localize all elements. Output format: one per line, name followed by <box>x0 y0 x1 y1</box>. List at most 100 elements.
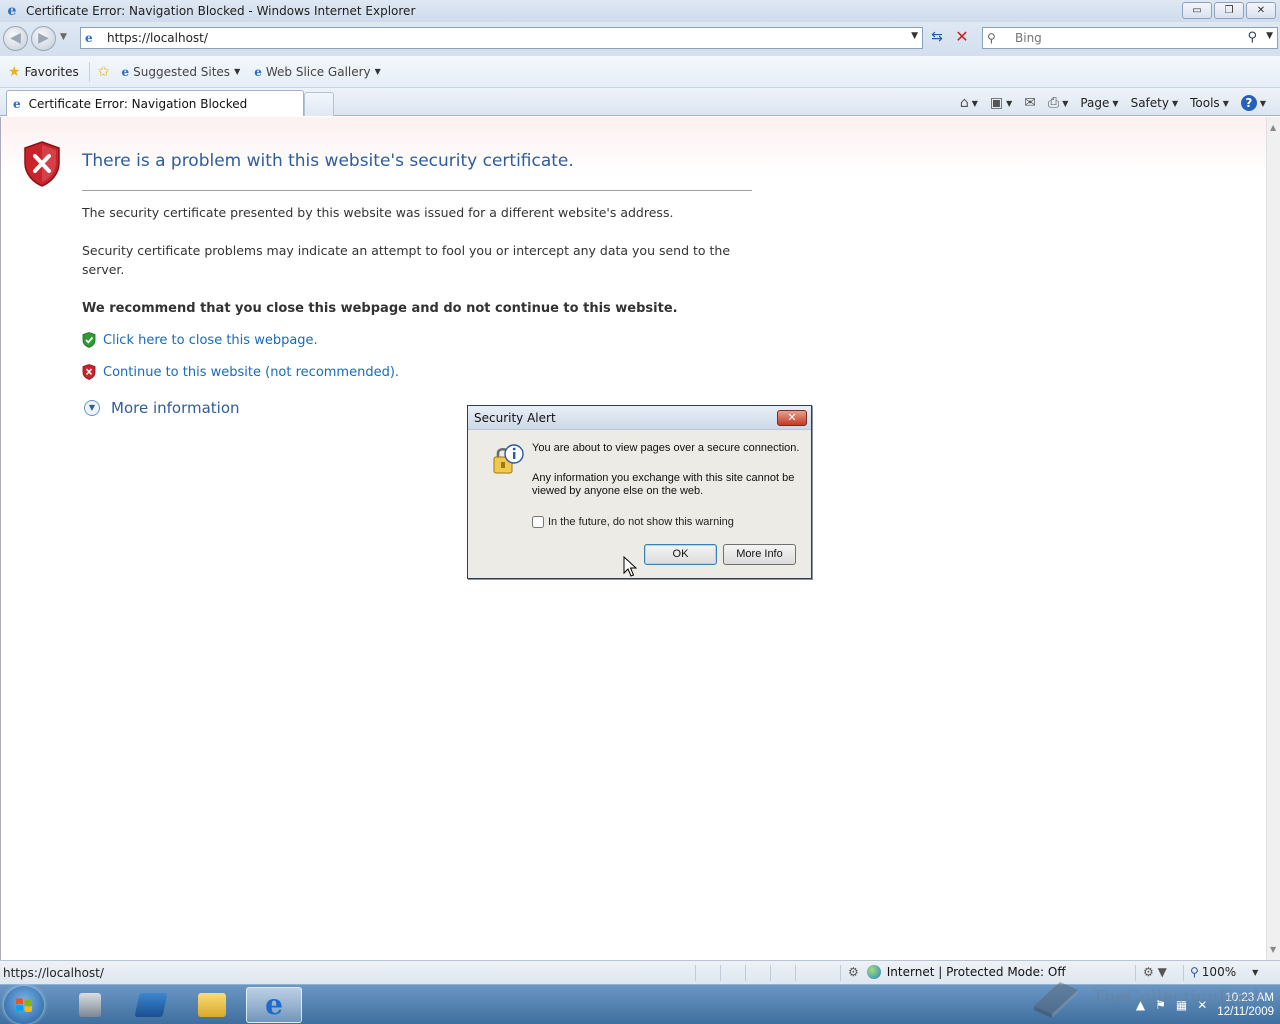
printer-icon: ⎙ <box>1048 95 1060 111</box>
suggested-sites-button[interactable]: e Suggested Sites ▼ <box>122 65 241 79</box>
address-bar[interactable]: e https://localhost/ ▼ <box>80 27 923 49</box>
recent-pages-dropdown[interactable]: ▼ <box>60 32 67 42</box>
minimize-button[interactable]: ▭ <box>1182 2 1212 19</box>
continue-label[interactable]: Continue to this website (not recommende… <box>103 365 399 380</box>
more-info-button[interactable]: More Info <box>723 544 796 565</box>
server-manager-icon <box>79 993 101 1017</box>
ie-icon: e <box>254 64 262 79</box>
taskbar-windows-explorer[interactable] <box>184 987 240 1023</box>
taskbar-server-manager[interactable] <box>62 987 118 1023</box>
help-button[interactable]: ? ▼ <box>1237 95 1270 111</box>
read-mail-button[interactable]: ✉ <box>1020 95 1040 111</box>
web-slice-gallery-button[interactable]: e Web Slice Gallery ▼ <box>254 65 381 79</box>
red-shield-x-icon <box>24 141 60 187</box>
ie-icon: e <box>265 988 283 1021</box>
ie-icon: e <box>7 3 17 19</box>
page-menu[interactable]: Page ▼ <box>1076 96 1122 110</box>
search-options-dropdown-icon[interactable]: ▼ <box>1266 31 1273 41</box>
safety-menu[interactable]: Safety ▼ <box>1127 96 1183 110</box>
refresh-button[interactable]: ⇆ <box>926 29 948 49</box>
address-url[interactable]: https://localhost/ <box>107 31 208 45</box>
scroll-up-icon[interactable]: ▲ <box>1270 123 1276 132</box>
start-button[interactable] <box>4 986 44 1024</box>
dialog-title: Security Alert <box>474 410 556 425</box>
help-icon: ? <box>1240 95 1257 111</box>
status-url: https://localhost/ <box>3 966 104 980</box>
chevron-down-icon: ▼ <box>1171 98 1179 108</box>
navigation-bar: ◀ ▶ ▼ e https://localhost/ ▼ ⇆ ✕ ⚲ ⚲ ▼ <box>0 22 1280 56</box>
divider <box>82 190 752 191</box>
address-dropdown-icon[interactable]: ▼ <box>911 31 918 41</box>
watermark: TheCollectionBook <box>1030 976 1264 1018</box>
search-input[interactable] <box>1015 31 1235 45</box>
home-button[interactable]: ⌂ ▼ <box>956 95 982 111</box>
tab-row: e Certificate Error: Navigation Blocked … <box>0 88 1280 116</box>
home-icon: ⌂ <box>959 95 969 111</box>
taskbar-powershell[interactable] <box>123 987 179 1023</box>
new-tab-button[interactable] <box>304 92 334 116</box>
windows-logo-icon <box>16 998 32 1013</box>
chevron-down-circle-icon: ▼ <box>84 400 100 416</box>
favorites-bar: ★ Favorites ✩ e Suggested Sites ▼ e Web … <box>0 56 1280 88</box>
error-paragraph-address-mismatch: The security certificate presented by th… <box>82 205 674 220</box>
do-not-show-warning-row[interactable]: In the future, do not show this warning <box>532 516 734 528</box>
close-webpage-label[interactable]: Click here to close this webpage. <box>103 333 318 348</box>
error-paragraph-security-risk: Security certificate problems may indica… <box>82 243 731 277</box>
command-bar: ⌂ ▼ ▣ ▼ ✉ ⎙ ▼ Page ▼ Safety ▼ Tools ▼ ? ▼ <box>956 92 1270 114</box>
search-provider-icon: ⚲ <box>987 31 996 45</box>
add-to-favorites-bar-button[interactable]: ✩ <box>98 64 114 80</box>
restore-button[interactable]: ❐ <box>1214 2 1244 19</box>
ie-icon: e <box>13 96 21 111</box>
suggested-sites-label: Suggested Sites <box>133 64 231 79</box>
back-button[interactable]: ◀ <box>3 26 28 51</box>
divider <box>720 965 721 981</box>
scroll-down-icon[interactable]: ▼ <box>1270 945 1276 954</box>
lock-info-icon <box>493 444 524 474</box>
close-webpage-link[interactable]: Click here to close this webpage. <box>82 332 318 348</box>
book-logo-icon <box>1034 982 1078 1018</box>
chevron-down-icon: ▼ <box>1062 98 1069 108</box>
star-icon: ★ <box>8 63 21 80</box>
tools-menu[interactable]: Tools ▼ <box>1186 96 1233 110</box>
chevron-down-icon: ▼ <box>1112 98 1119 108</box>
favorites-label: Favorites <box>24 64 79 79</box>
divider <box>88 61 90 82</box>
dialog-close-button[interactable]: ✕ <box>777 410 807 426</box>
safety-menu-label: Safety <box>1130 96 1169 110</box>
globe-icon <box>866 965 881 979</box>
chevron-down-icon: ▼ <box>971 98 978 108</box>
more-information-toggle[interactable]: ▼ More information <box>84 399 240 417</box>
green-shield-check-icon <box>82 332 96 348</box>
taskbar-internet-explorer[interactable]: e <box>246 987 302 1023</box>
continue-to-website-link[interactable]: Continue to this website (not recommende… <box>82 364 399 380</box>
favorites-button[interactable]: ★ Favorites <box>8 64 79 80</box>
do-not-show-warning-label[interactable]: In the future, do not show this warning <box>548 516 734 528</box>
mouse-cursor-icon <box>623 556 637 577</box>
chevron-down-icon: ▼ <box>1006 98 1013 108</box>
chevron-down-icon: ▼ <box>374 67 381 76</box>
web-slice-gallery-label: Web Slice Gallery <box>265 64 371 79</box>
folder-icon <box>198 993 226 1017</box>
do-not-show-warning-checkbox[interactable] <box>532 516 544 528</box>
stop-button[interactable]: ✕ <box>952 27 972 49</box>
feeds-button[interactable]: ▣ ▼ <box>986 95 1016 111</box>
mail-icon: ✉ <box>1024 95 1036 111</box>
dialog-message-secure-connection: You are about to view pages over a secur… <box>532 442 800 454</box>
divider <box>795 965 796 981</box>
search-box[interactable]: ⚲ ⚲ ▼ <box>982 27 1278 49</box>
print-button[interactable]: ⎙ ▼ <box>1044 95 1072 111</box>
search-icon[interactable]: ⚲ <box>1247 30 1257 45</box>
window-close-button[interactable]: ✕ <box>1246 2 1276 19</box>
window-title: Certificate Error: Navigation Blocked - … <box>26 4 416 18</box>
red-shield-x-icon <box>82 364 96 380</box>
tab-certificate-error[interactable]: e Certificate Error: Navigation Blocked <box>6 90 304 116</box>
chevron-down-icon: ▼ <box>1222 98 1229 108</box>
vertical-scrollbar[interactable]: ▲ ▼ <box>1266 117 1280 960</box>
forward-button[interactable]: ▶ <box>31 26 56 51</box>
recommendation-text: We recommend that you close this webpage… <box>82 301 678 316</box>
tab-label: Certificate Error: Navigation Blocked <box>28 96 248 111</box>
dialog-title-bar: Security Alert <box>468 406 811 430</box>
divider <box>770 965 771 981</box>
ok-button[interactable]: OK <box>644 544 717 565</box>
title-bar: e Certificate Error: Navigation Blocked … <box>0 0 1280 22</box>
